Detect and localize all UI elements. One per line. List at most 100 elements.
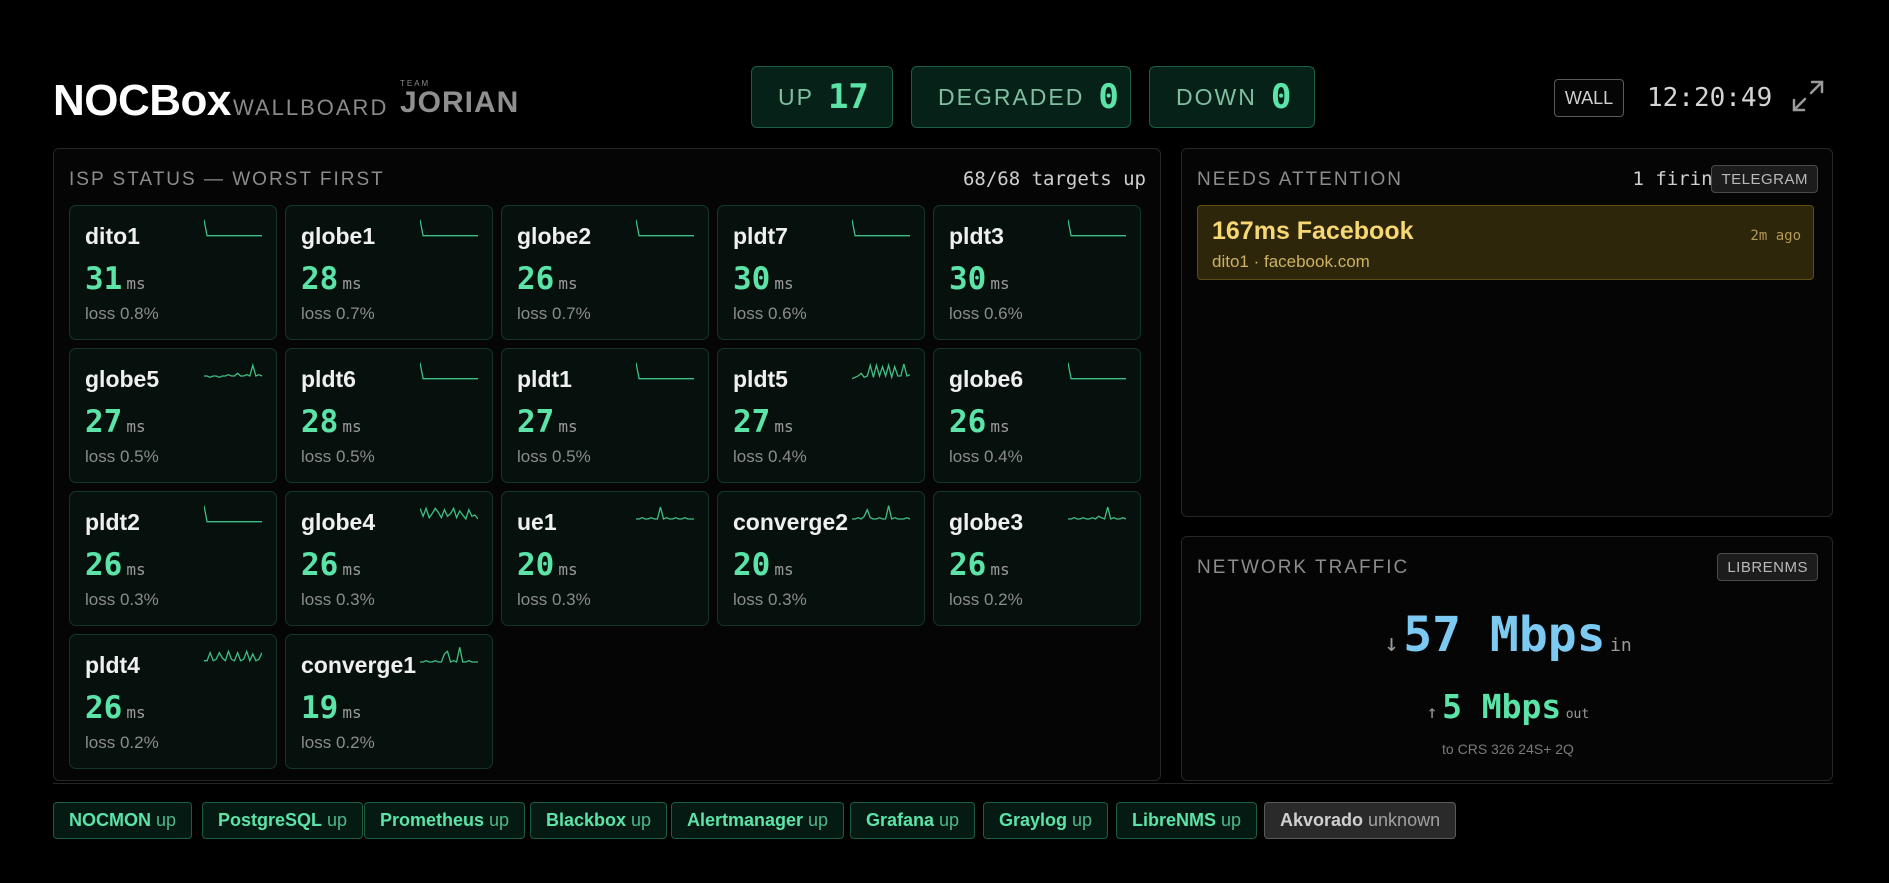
isp-name: globe1 [301,223,376,249]
isp-loss: loss 0.3% [733,590,807,609]
isp-latency-value: 28 [301,261,339,297]
team-logo: TEAM JORIAN [400,80,519,118]
traffic-out-unit: out [1565,707,1590,722]
traffic-out: ↑ 5 Mbps out [1182,687,1834,726]
isp-latency-value: 26 [85,547,123,583]
isp-tile[interactable]: globe5 27 ms loss 0.5% [69,348,277,483]
service-badge[interactable]: Alertmanager up [671,802,845,839]
service-name: Blackbox [546,810,627,830]
isp-tile[interactable]: pldt5 27 ms loss 0.4% [717,348,925,483]
service-status: up [1221,810,1242,830]
isp-latency-value: 26 [517,261,555,297]
service-badge[interactable]: Grafana up [850,802,976,839]
isp-name: converge1 [301,652,417,678]
isp-tile[interactable]: pldt7 30 ms loss 0.6% [717,205,925,340]
isp-tile[interactable]: globe2 26 ms loss 0.7% [501,205,709,340]
sparkline-path [852,219,910,237]
isp-loss: loss 0.7% [517,304,591,323]
isp-name: globe4 [301,509,376,535]
isp-latency: 26 ms [949,547,1010,583]
isp-tile[interactable]: pldt3 30 ms loss 0.6% [933,205,1141,340]
isp-loss: loss 0.2% [301,733,375,752]
needs-attention-panel: NEEDS ATTENTION 1 firing TELEGRAM 167ms … [1181,148,1833,517]
clock: 12:20:49 [1647,83,1773,113]
service-badge[interactable]: NOCMON up [53,802,193,839]
isp-loss: loss 0.3% [301,590,375,609]
service-status: up [939,810,960,830]
service-badge[interactable]: Graylog up [983,802,1109,839]
sparkline [852,219,910,237]
service-badge[interactable]: LibreNMS up [1116,802,1258,839]
isp-latency: 20 ms [517,547,578,583]
status-degraded-count: 0 [1098,77,1119,117]
isp-latency-unit: ms [990,417,1010,436]
needs-attention-title: NEEDS ATTENTION [1197,169,1403,190]
isp-name: globe2 [517,223,592,249]
sparkline [1068,219,1126,237]
service-badge[interactable]: Blackbox up [530,802,668,839]
isp-name: globe6 [949,366,1024,392]
isp-tile[interactable]: globe6 26 ms loss 0.4% [933,348,1141,483]
wall-button[interactable]: WALL [1554,79,1624,117]
isp-tile[interactable]: ue1 20 ms loss 0.3% [501,491,709,626]
isp-latency-unit: ms [342,274,362,293]
sparkline [1068,506,1126,520]
service-badge[interactable]: PostgreSQL up [202,802,364,839]
isp-tile[interactable]: globe4 26 ms loss 0.3% [285,491,493,626]
alert-age: 2m ago [1750,228,1801,244]
isp-tile[interactable]: converge1 19 ms loss 0.2% [285,634,493,769]
isp-latency-value: 26 [301,547,339,583]
telegram-tag[interactable]: TELEGRAM [1711,165,1818,193]
isp-tile[interactable]: pldt4 26 ms loss 0.2% [69,634,277,769]
isp-latency: 28 ms [301,261,362,297]
status-up-pill: UP 17 [751,66,893,128]
sparkline [636,362,694,380]
isp-latency-unit: ms [126,560,146,579]
service-status: up [489,810,510,830]
isp-latency-unit: ms [126,274,146,293]
sparkline [636,506,694,520]
service-name: Prometheus [380,810,485,830]
alert-card[interactable]: 167ms Facebook dito1 · facebook.com 2m a… [1197,205,1814,280]
sparkline [204,649,262,663]
isp-tile[interactable]: globe3 26 ms loss 0.2% [933,491,1141,626]
isp-latency: 26 ms [301,547,362,583]
isp-loss: loss 0.5% [85,447,159,466]
arrow-up-icon: ↑ [1426,702,1438,723]
isp-latency-value: 20 [517,547,555,583]
isp-name: pldt1 [517,366,572,392]
isp-latency-unit: ms [774,560,794,579]
isp-latency-value: 30 [733,261,771,297]
isp-name: ue1 [517,509,557,535]
sparkline-path [1068,362,1126,380]
isp-latency-unit: ms [774,274,794,293]
isp-latency-value: 27 [733,404,771,440]
isp-tile[interactable]: pldt1 27 ms loss 0.5% [501,348,709,483]
isp-latency: 28 ms [301,404,362,440]
isp-tile[interactable]: pldt2 26 ms loss 0.3% [69,491,277,626]
isp-loss: loss 0.3% [517,590,591,609]
isp-tile[interactable]: dito1 31 ms loss 0.8% [69,205,277,340]
service-badge[interactable]: Akvorado unknown [1264,802,1457,839]
isp-latency: 27 ms [733,404,794,440]
sparkline [204,219,262,237]
isp-latency-unit: ms [342,560,362,579]
sparkline [852,362,910,380]
sparkline-path [636,506,694,520]
service-name: NOCMON [69,810,151,830]
isp-tile[interactable]: globe1 28 ms loss 0.7% [285,205,493,340]
isp-tile[interactable]: converge2 20 ms loss 0.3% [717,491,925,626]
isp-latency: 30 ms [733,261,794,297]
librenms-tag[interactable]: LIBRENMS [1717,553,1818,581]
isp-latency-value: 26 [949,547,987,583]
service-badge[interactable]: Prometheus up [364,802,526,839]
isp-latency: 30 ms [949,261,1010,297]
sparkline-path [420,219,478,237]
isp-tile[interactable]: pldt6 28 ms loss 0.5% [285,348,493,483]
isp-latency-value: 26 [949,404,987,440]
sparkline-path [852,505,910,520]
isp-latency-value: 27 [517,404,555,440]
fullscreen-icon[interactable] [1790,78,1826,114]
isp-latency-value: 26 [85,690,123,726]
isp-latency-unit: ms [342,417,362,436]
